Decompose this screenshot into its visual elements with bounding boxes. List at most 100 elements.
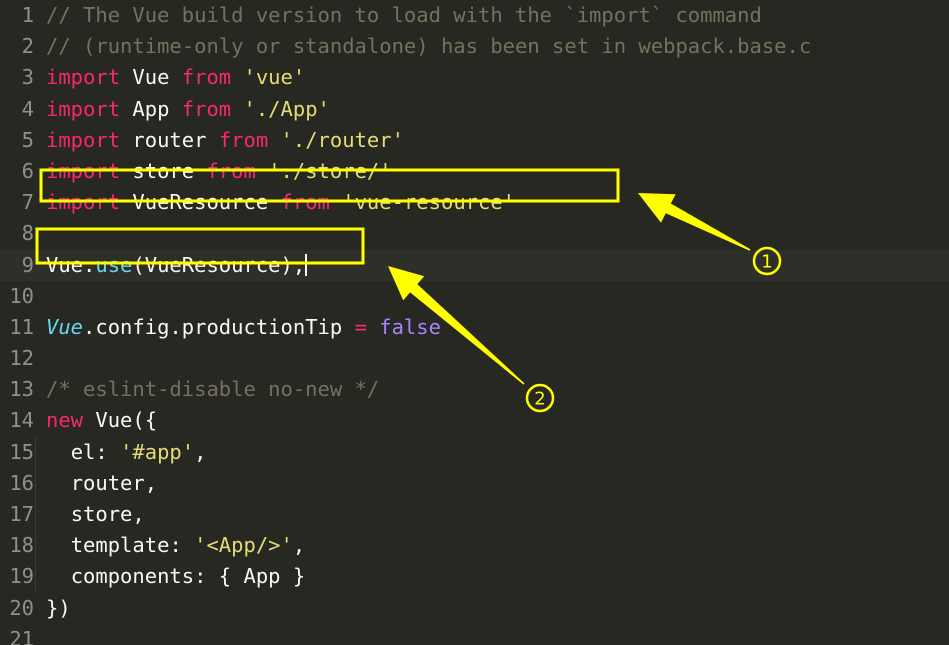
code-token: import <box>46 158 121 183</box>
code-line[interactable]: 15 el: '#app', <box>0 436 949 469</box>
code-token: false <box>379 314 441 339</box>
line-number: 10 <box>9 283 34 308</box>
code-token: 'vue' <box>243 65 306 90</box>
code-line[interactable]: 12 <box>0 343 949 374</box>
line-content[interactable]: import router from './router' <box>34 125 404 156</box>
line-content[interactable]: import VueResource from 'vue-resource' <box>34 187 515 218</box>
code-token: ( <box>132 252 145 277</box>
code-token: , <box>144 470 158 495</box>
code-token: // (runtime-only or standalone) has been… <box>46 34 812 59</box>
line-number: 21 <box>9 626 34 645</box>
code-token: Vue <box>46 252 84 277</box>
code-token: import <box>46 96 121 121</box>
code-line[interactable]: 8 <box>0 218 949 249</box>
code-token: store <box>132 158 195 183</box>
code-line[interactable]: 10 <box>0 281 949 312</box>
code-lines-container[interactable]: 1 // The Vue build version to load with t… <box>0 0 949 645</box>
code-token: import <box>46 127 121 152</box>
code-line[interactable]: 2 // (runtime-only or standalone) has bee… <box>0 31 949 62</box>
code-line[interactable]: 18 template: '<App/>', <box>0 530 949 562</box>
line-number: 15 <box>9 439 34 464</box>
text-cursor <box>305 253 308 276</box>
code-line[interactable]: 9 Vue.use(VueResource); <box>0 249 949 281</box>
code-token: Vue <box>132 65 170 90</box>
code-token: : { <box>194 564 244 589</box>
code-line[interactable]: 20}) <box>0 593 949 624</box>
line-content[interactable]: import Vue from 'vue' <box>34 62 305 93</box>
line-number: 6 <box>21 158 34 183</box>
code-line[interactable]: 14 new Vue({ <box>0 405 949 436</box>
line-number: 20 <box>9 595 34 620</box>
code-token: , <box>194 439 207 464</box>
code-token: .config.productionTip <box>83 314 343 339</box>
line-content[interactable]: store, <box>34 499 145 531</box>
code-line[interactable]: 19 components: { App } <box>0 561 949 593</box>
code-token: App <box>132 96 170 121</box>
code-token: store <box>70 502 133 526</box>
code-token: './store/' <box>268 158 392 183</box>
code-token: '#app' <box>120 439 195 464</box>
code-token: router <box>132 127 207 152</box>
code-line[interactable]: 5 import router from './router' <box>0 125 949 156</box>
line-content[interactable]: /* eslint-disable no-new */ <box>34 374 379 405</box>
code-line[interactable]: 3 import Vue from 'vue' <box>0 62 949 93</box>
line-content[interactable]: Vue.use(VueResource); <box>34 250 308 281</box>
code-token: use <box>95 252 133 277</box>
line-content[interactable]: components: { App } <box>34 561 305 593</box>
code-token: ) <box>280 252 293 277</box>
line-number: 16 <box>9 470 34 495</box>
code-token: import <box>46 65 121 90</box>
code-line[interactable]: 17 store, <box>0 499 949 531</box>
line-content[interactable]: Vue.config.productionTip = false <box>34 312 441 343</box>
line-content[interactable]: // (runtime-only or standalone) has been… <box>34 31 811 62</box>
code-line[interactable]: 13 /* eslint-disable no-new */ <box>0 374 949 405</box>
line-content[interactable]: import store from './store/' <box>34 156 392 187</box>
code-token: from <box>218 127 269 152</box>
line-number: 8 <box>21 221 34 246</box>
line-content[interactable]: router, <box>34 467 158 500</box>
code-token: ({ <box>132 408 158 433</box>
code-token: from <box>181 96 232 121</box>
code-token: }) <box>46 595 71 620</box>
code-token: , <box>292 533 306 558</box>
line-content[interactable]: // The Vue build version to load with th… <box>34 0 762 31</box>
code-editor[interactable]: 1 // The Vue build version to load with t… <box>0 0 949 645</box>
code-token: '<App/>' <box>194 533 293 558</box>
code-line[interactable]: 11 Vue.config.productionTip = false <box>0 312 949 343</box>
code-token: 'vue-resource' <box>342 190 516 215</box>
line-content[interactable]: new Vue({ <box>34 405 157 436</box>
code-token: Vue <box>95 408 133 433</box>
code-token: import <box>46 190 121 215</box>
code-line[interactable]: 1 // The Vue build version to load with t… <box>0 0 949 31</box>
line-number: 17 <box>9 502 34 526</box>
code-line[interactable]: 7 import VueResource from 'vue-resource' <box>0 187 949 218</box>
code-token: : <box>169 533 195 558</box>
line-content[interactable]: import App from './App' <box>34 94 330 125</box>
code-line[interactable]: 16 router, <box>0 467 949 500</box>
code-line[interactable]: 21 <box>0 624 949 645</box>
line-number: 19 <box>9 564 34 589</box>
line-number: 2 <box>21 34 34 59</box>
line-content[interactable]: }) <box>34 593 71 624</box>
line-content[interactable]: el: '#app', <box>34 436 207 469</box>
line-content[interactable]: template: '<App/>', <box>34 530 306 562</box>
code-line[interactable]: 6 import store from './store/' <box>0 156 949 187</box>
code-line[interactable]: 4 import App from './App' <box>0 94 949 125</box>
code-token: './router' <box>280 127 404 152</box>
